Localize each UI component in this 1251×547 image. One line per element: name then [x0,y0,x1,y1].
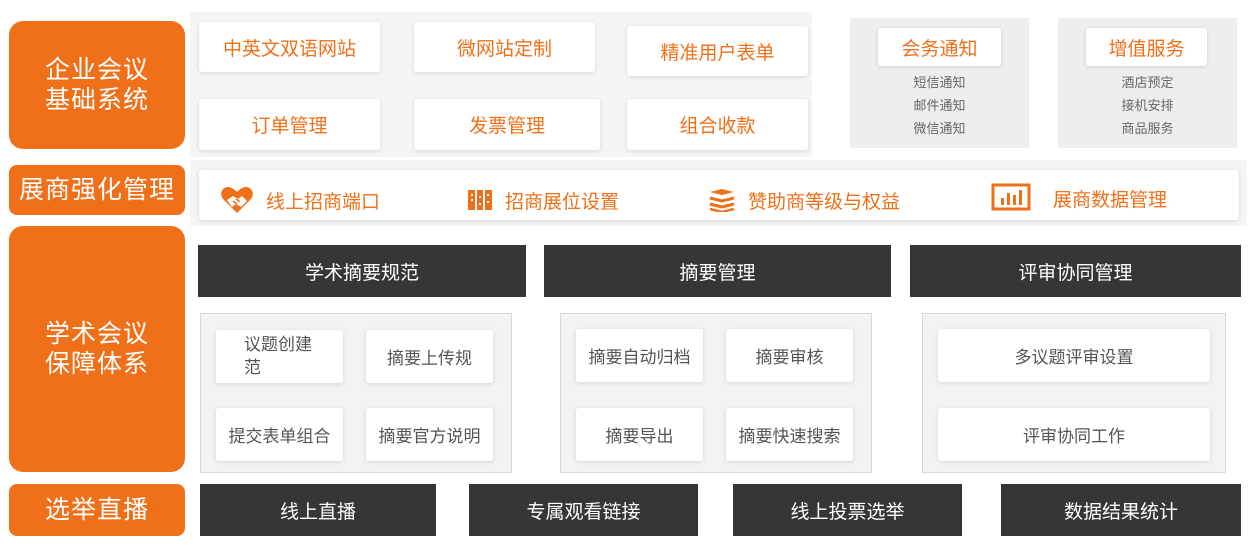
academic-card: 摘要上传规 [366,330,493,383]
enterprise-card: 订单管理 [199,99,380,150]
service-item: 接机安排 [1121,99,1174,114]
notice-item: 微信通知 [913,122,966,137]
category-label: 选举直播 [44,494,149,524]
handshake-icon [221,187,253,213]
academic-header: 评审协同管理 [910,245,1241,297]
academic-card-line: 范 [244,357,261,378]
exhibitor-item-label: 招商展位设置 [505,190,620,213]
election-item: 专属观看链接 [469,484,698,536]
election-item: 线上投票选举 [733,484,962,536]
meeting-notice-title: 会务通知 [878,28,1001,66]
category-line: 保障体系 [44,349,149,378]
exhibitor-item: 赞助商等级与权益 [708,182,900,218]
exhibitor-item-label: 赞助商等级与权益 [748,190,901,213]
enterprise-card: 微网站定制 [414,22,595,72]
bar-chart-icon [991,183,1031,211]
category-academic-support: 学术会议 保障体系 [9,226,185,472]
exhibitor-item: 招商展位设置 [467,182,619,218]
service-title: 增值服务 [1108,37,1185,60]
exhibitor-item: 线上招商端口 [220,182,380,218]
meeting-notice-list: 短信通知 邮件通知 微信通知 [850,72,1029,141]
category-exhibitor-management: 展商强化管理 [9,165,185,215]
category-line: 企业会议 [44,54,149,84]
exhibitor-item: 展商数据管理 [991,180,1167,216]
academic-card: 摘要官方说明 [366,408,493,461]
academic-card: 议题创建 范 [216,330,343,383]
service-title: 会务通知 [901,37,978,60]
academic-card: 提交表单组合 [216,408,343,461]
notice-item: 短信通知 [913,76,966,91]
category-enterprise-base: 企业会议 基础系统 [9,21,185,149]
academic-card: 摘要审核 [726,329,853,382]
enterprise-card: 发票管理 [414,99,600,150]
academic-card: 多议题评审设置 [938,329,1210,382]
exhibitor-item-label: 展商数据管理 [1053,188,1168,211]
academic-card: 摘要导出 [576,408,703,461]
value-added-title: 增值服务 [1086,28,1207,66]
category-line: 学术会议 [44,318,149,348]
enterprise-card: 中英文双语网站 [199,22,380,72]
academic-card-line: 议题创建 [244,335,312,356]
exhibitor-item-label: 线上招商端口 [266,190,381,213]
academic-card: 评审协同工作 [938,408,1210,461]
service-item: 酒店预定 [1121,76,1174,91]
booth-map-icon [468,190,492,210]
academic-card: 摘要快速搜索 [726,408,853,461]
academic-card: 摘要自动归档 [576,329,703,382]
service-item: 商品服务 [1121,122,1174,137]
category-election-live: 选举直播 [9,484,185,536]
election-item: 线上直播 [200,484,436,536]
academic-header: 学术摘要规范 [198,245,526,297]
category-line: 基础系统 [44,85,149,114]
layers-icon [709,189,735,212]
enterprise-card: 组合收款 [627,99,808,150]
enterprise-card: 精准用户表单 [627,26,808,76]
category-label: 展商强化管理 [18,174,175,204]
academic-header: 摘要管理 [544,245,891,297]
notice-item: 邮件通知 [913,99,966,114]
value-added-list: 酒店预定 接机安排 商品服务 [1058,72,1237,141]
election-item: 数据结果统计 [1001,484,1241,536]
